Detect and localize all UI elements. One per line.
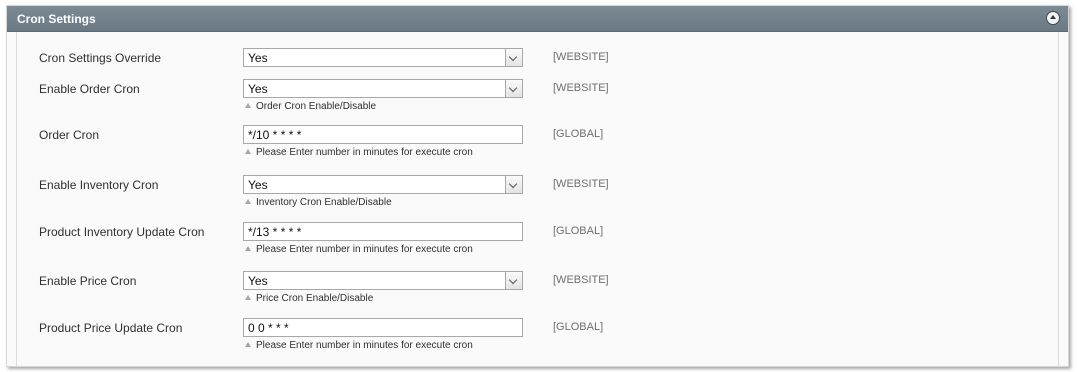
triangle-up-icon: [245, 149, 251, 154]
panel-title: Cron Settings: [17, 12, 96, 26]
product-inventory-update-cron-input[interactable]: */13 * * * *: [243, 222, 523, 241]
select-value: Yes: [248, 274, 268, 288]
scope-label: [GLOBAL]: [553, 225, 604, 237]
field-note: Please Enter number in minutes for execu…: [245, 244, 473, 255]
chevron-down-icon[interactable]: [505, 272, 522, 289]
field-note: Please Enter number in minutes for execu…: [245, 340, 473, 351]
scope-label: [GLOBAL]: [553, 128, 604, 140]
row-label: Enable Order Cron: [39, 82, 140, 96]
field-note: Price Cron Enable/Disable: [245, 293, 373, 304]
enable-inventory-cron-select[interactable]: Yes: [243, 175, 523, 194]
row-label: Product Inventory Update Cron: [39, 225, 205, 239]
triangle-up-icon: [245, 295, 251, 300]
row-label: Order Cron: [39, 128, 100, 142]
triangle-up-icon: [245, 246, 251, 251]
triangle-up-icon: [245, 103, 251, 108]
chevron-down-icon[interactable]: [505, 49, 522, 66]
scope-label: [WEBSITE]: [553, 274, 609, 286]
cron-settings-override-select[interactable]: Yes: [243, 48, 523, 67]
row-label: Cron Settings Override: [39, 51, 162, 65]
scope-label: [WEBSITE]: [553, 82, 609, 94]
enable-price-cron-select[interactable]: Yes: [243, 271, 523, 290]
row-label: Product Price Update Cron: [39, 321, 183, 335]
select-value: Yes: [248, 51, 268, 65]
input-value: 0 0 * * *: [248, 321, 289, 335]
select-value: Yes: [248, 82, 268, 96]
divider: [1058, 32, 1059, 366]
field-note: Please Enter number in minutes for execu…: [245, 147, 473, 158]
input-value: */10 * * * *: [248, 128, 302, 142]
enable-order-cron-select[interactable]: Yes: [243, 79, 523, 98]
input-value: */13 * * * *: [248, 225, 302, 239]
row-label: Enable Price Cron: [39, 274, 137, 288]
select-value: Yes: [248, 178, 268, 192]
field-note: Order Cron Enable/Disable: [245, 101, 376, 112]
collapse-icon[interactable]: [1046, 11, 1060, 25]
panel-header[interactable]: Cron Settings: [7, 6, 1068, 32]
scope-label: [WEBSITE]: [553, 51, 609, 63]
product-price-update-cron-input[interactable]: 0 0 * * *: [243, 318, 523, 337]
field-note: Inventory Cron Enable/Disable: [245, 197, 392, 208]
scope-label: [WEBSITE]: [553, 178, 609, 190]
cron-settings-panel: Cron Settings Cron Settings Override Yes…: [6, 5, 1069, 367]
row-label: Enable Inventory Cron: [39, 178, 159, 192]
chevron-down-icon[interactable]: [505, 176, 522, 193]
divider: [16, 32, 17, 366]
triangle-up-icon: [245, 342, 251, 347]
chevron-down-icon[interactable]: [505, 80, 522, 97]
order-cron-input[interactable]: */10 * * * *: [243, 125, 523, 144]
triangle-up-icon: [245, 199, 251, 204]
scope-label: [GLOBAL]: [553, 321, 604, 333]
